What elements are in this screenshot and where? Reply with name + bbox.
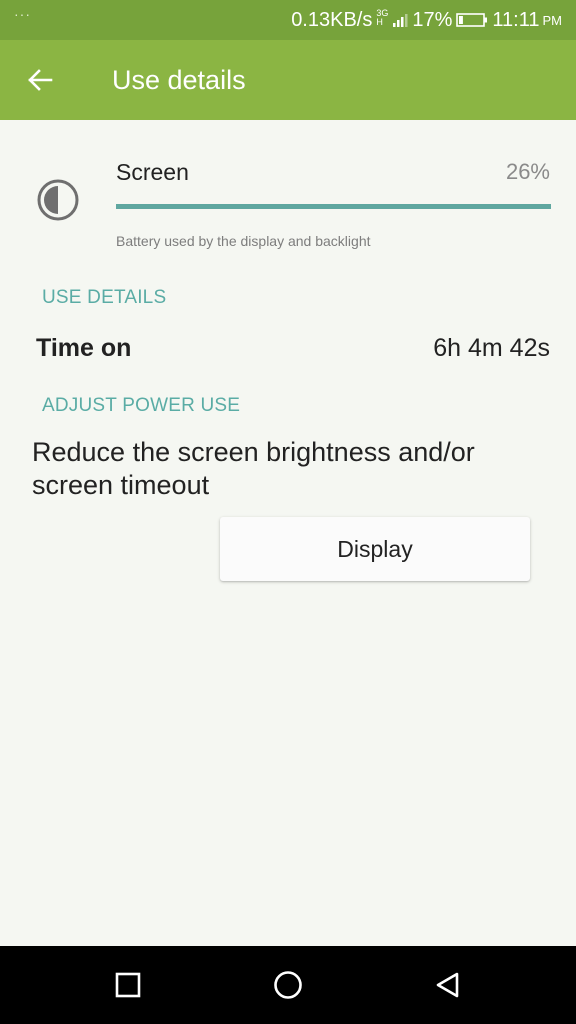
status-bar: ··· 0.13KB/s 3G H 17% 11:11 PM	[0, 0, 576, 40]
navigation-bar	[0, 946, 576, 1024]
display-button[interactable]: Display	[220, 517, 530, 581]
status-indicators: 0.13KB/s 3G H 17% 11:11 PM	[287, 8, 562, 32]
suggestion-text: Reduce the screen brightness and/or scre…	[32, 437, 475, 500]
signal-icon	[393, 14, 408, 27]
back-button[interactable]	[16, 56, 64, 104]
square-recents-icon	[115, 972, 141, 998]
page-title: Use details	[112, 65, 246, 95]
data-speed: 0.13KB/s	[291, 8, 373, 31]
app-name: Screen	[116, 159, 189, 185]
app-percent: 26%	[505, 159, 550, 184]
clock: 11:11	[492, 8, 540, 31]
circle-home-icon	[274, 971, 302, 999]
home-button[interactable]	[266, 963, 310, 1007]
adjust-power-header: ADJUST POWER USE	[42, 395, 241, 416]
app-description: Battery used by the display and backligh…	[116, 233, 371, 249]
clock-ampm: PM	[542, 12, 563, 28]
battery-icon	[456, 13, 488, 27]
use-details-header: USE DETAILS	[42, 287, 167, 308]
half-circle-brightness-icon	[37, 179, 79, 221]
back-nav-button[interactable]	[426, 963, 470, 1007]
time-on-label: Time on	[36, 334, 132, 362]
battery-percent: 17%	[412, 8, 453, 31]
usage-bar	[116, 204, 551, 209]
recents-button[interactable]	[106, 963, 150, 1007]
triangle-back-icon	[436, 972, 459, 998]
time-on-value: 6h 4m 42s	[433, 334, 550, 362]
app-bar: Use details	[0, 40, 576, 120]
usage-bar-fill	[116, 204, 551, 209]
arrow-left-icon	[28, 69, 53, 91]
network-sub-label: H	[376, 17, 383, 27]
notification-dots: ···	[14, 6, 31, 22]
network-type: 3G H	[376, 9, 388, 27]
